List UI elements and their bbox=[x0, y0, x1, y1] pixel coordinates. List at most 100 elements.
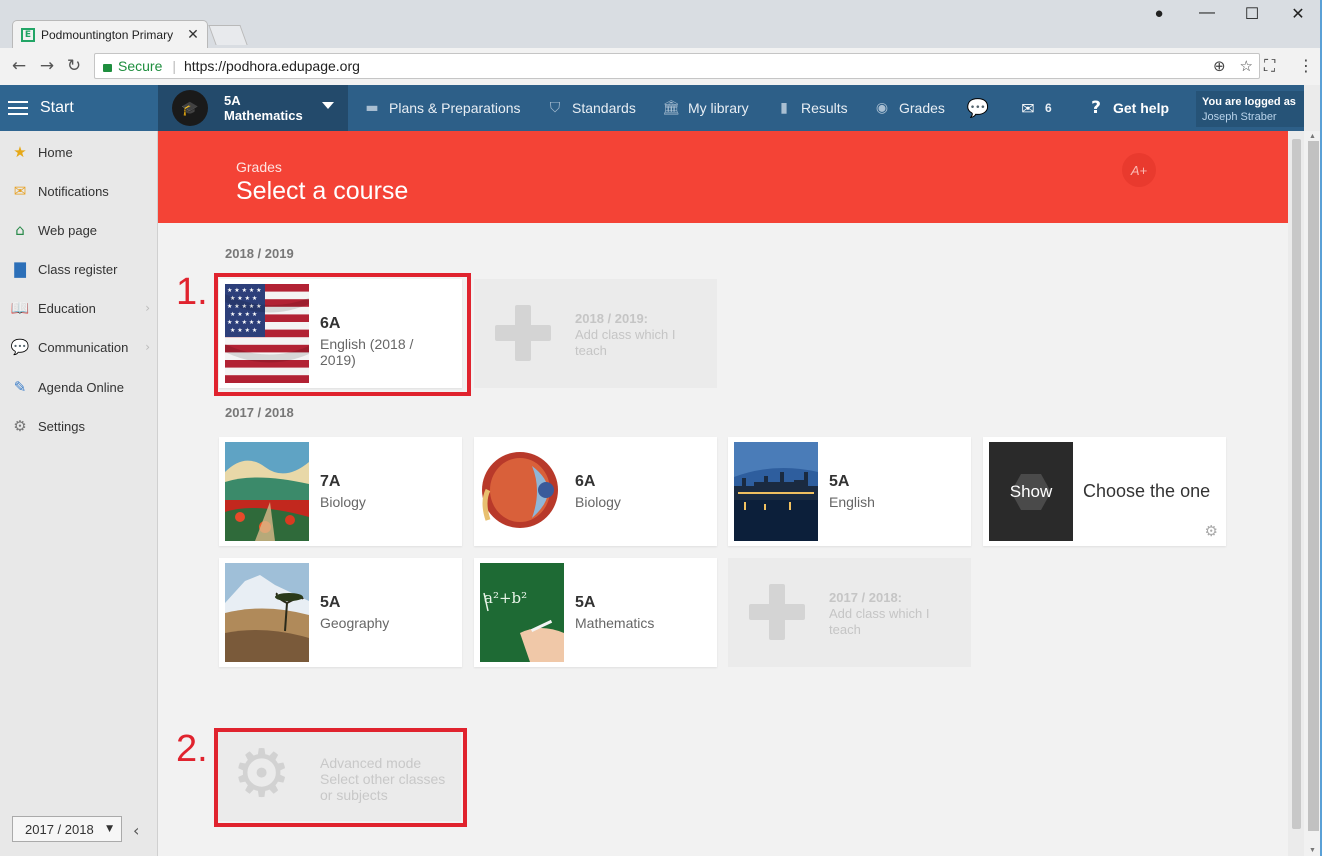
chevron-right-icon: › bbox=[145, 340, 150, 354]
sidebar-item-communication[interactable]: 💬 Communication › bbox=[0, 328, 158, 366]
tab-title: Podmountington Primary bbox=[41, 27, 174, 42]
course-class: 5A bbox=[320, 594, 341, 611]
main-content: Grades Select a course A+ 2018 / 2019 ★ … bbox=[158, 131, 1288, 856]
cast-icon[interactable]: ⛶ bbox=[1264, 56, 1275, 76]
zoom-icon[interactable]: ⊕ bbox=[1213, 57, 1226, 75]
course-class: 6A bbox=[575, 473, 596, 490]
lock-icon bbox=[103, 64, 112, 72]
sidebar-item-agenda[interactable]: ✎ Agenda Online bbox=[0, 368, 158, 406]
course-card[interactable]: 5A Geography bbox=[219, 558, 462, 667]
close-tab-icon[interactable]: ✕ bbox=[185, 26, 201, 43]
add-class-text: Add class which I teach bbox=[575, 327, 676, 358]
menu-results[interactable]: ▮ Results bbox=[774, 85, 848, 131]
gear-icon[interactable]: ⚙ bbox=[1205, 522, 1218, 540]
add-class-year: 2017 / 2018: bbox=[829, 590, 903, 605]
browser-tab[interactable]: E Podmountington Primary ✕ bbox=[12, 20, 208, 48]
course-card[interactable]: a²+b² 5A Mathematics bbox=[474, 558, 717, 667]
library-icon: 🏛 bbox=[662, 100, 680, 116]
start-label: Start bbox=[40, 99, 74, 116]
user-menu[interactable]: You are logged as Joseph Straber bbox=[1196, 91, 1304, 127]
forward-icon[interactable]: → bbox=[36, 56, 58, 76]
sidebar-item-settings[interactable]: ⚙ Settings bbox=[0, 407, 158, 445]
help-button[interactable]: ? Get help bbox=[1086, 85, 1169, 131]
add-class-card[interactable]: 2017 / 2018: Add class which I teach bbox=[728, 558, 971, 667]
sidebar-item-label: Settings bbox=[38, 418, 85, 434]
maximize-button[interactable]: ☐ bbox=[1229, 4, 1275, 24]
course-subject: English bbox=[829, 494, 875, 510]
collapse-sidebar-icon[interactable]: ‹ bbox=[133, 821, 139, 840]
reload-icon[interactable]: ↻ bbox=[63, 56, 85, 76]
course-card[interactable]: 7A Biology bbox=[219, 437, 462, 546]
content-scrollbar[interactable] bbox=[1288, 131, 1304, 856]
new-tab-button[interactable] bbox=[208, 25, 248, 45]
menu-library[interactable]: 🏛 My library bbox=[661, 85, 749, 131]
scroll-down-icon[interactable]: ▼ bbox=[1309, 847, 1316, 854]
sidebar-item-label: Notifications bbox=[38, 183, 109, 199]
book-icon: ▇ bbox=[14, 260, 26, 278]
menu-plans[interactable]: ▬ Plans & Preparations bbox=[362, 85, 521, 131]
menu-standards[interactable]: ⛉ Standards bbox=[545, 85, 636, 131]
browser-menu-icon[interactable]: ⋮ bbox=[1298, 56, 1314, 75]
profile-icon[interactable]: ● bbox=[1136, 5, 1182, 22]
back-icon[interactable]: ← bbox=[8, 56, 30, 76]
messages-button[interactable]: ✉ 6 bbox=[1018, 85, 1051, 131]
bookmark-star-icon[interactable]: ☆ bbox=[1240, 57, 1253, 75]
selected-class-subject: Mathematics bbox=[224, 108, 303, 123]
scroll-thumb[interactable] bbox=[1292, 139, 1301, 829]
grades-badge-icon: A+ bbox=[1122, 153, 1156, 187]
chevron-right-icon: › bbox=[145, 301, 150, 315]
star-icon: ★ bbox=[13, 143, 27, 161]
scroll-thumb[interactable] bbox=[1308, 141, 1319, 831]
house-icon: ⌂ bbox=[15, 221, 25, 239]
shield-check-icon: ⛉ bbox=[549, 100, 561, 116]
bar-chart-icon: ▮ bbox=[780, 100, 788, 116]
toolbar: ← → ↻ Secure | https://podhora.edupage.o… bbox=[0, 48, 1322, 85]
chat-button[interactable]: 💬 bbox=[967, 85, 995, 131]
question-icon: ? bbox=[1091, 98, 1101, 118]
close-window-button[interactable]: ✕ bbox=[1275, 4, 1321, 24]
sidebar-item-label: Class register bbox=[38, 261, 118, 277]
chat-icon: 💬 bbox=[10, 338, 30, 356]
menu-plans-label: Plans & Preparations bbox=[389, 100, 521, 116]
menu-grades-label: Grades bbox=[899, 100, 945, 116]
sidebar-item-web-page[interactable]: ⌂ Web page bbox=[0, 211, 158, 249]
highlight-box-1 bbox=[214, 273, 471, 396]
sidebar-item-label: Agenda Online bbox=[38, 379, 125, 395]
user-name: Joseph Straber bbox=[1202, 111, 1277, 123]
open-book-icon: 📖 bbox=[10, 299, 30, 317]
plus-icon bbox=[495, 305, 551, 361]
tab-strip: E Podmountington Primary ✕ ● — ☐ ✕ bbox=[0, 0, 1322, 48]
sidebar-item-education[interactable]: 📖 Education › bbox=[0, 289, 158, 327]
svg-text:a²+b²: a²+b² bbox=[484, 589, 527, 607]
briefcase-icon: ▬ bbox=[365, 100, 379, 116]
menu-grades[interactable]: ◉ Grades bbox=[872, 85, 945, 131]
sidebar-item-label: Home bbox=[38, 144, 73, 160]
sidebar-item-notifications[interactable]: ✉ Notifications bbox=[0, 172, 158, 210]
show-more-card[interactable]: Show Choose the one ⚙ bbox=[983, 437, 1226, 546]
envelope-icon: ✉ bbox=[13, 182, 27, 200]
logged-label: You are logged as bbox=[1202, 96, 1296, 108]
scroll-up-icon[interactable]: ▲ bbox=[1309, 133, 1316, 140]
course-card[interactable]: 6A Biology bbox=[474, 437, 717, 546]
sidebar-item-home[interactable]: ★ Home bbox=[0, 133, 158, 171]
school-year-select[interactable]: 2017 / 2018 ▼ bbox=[12, 816, 122, 842]
course-card[interactable]: 5A English bbox=[728, 437, 971, 546]
minimize-button[interactable]: — bbox=[1184, 4, 1230, 22]
address-bar[interactable]: Secure | https://podhora.edupage.org ⊕ ☆ bbox=[94, 53, 1260, 79]
course-subject: Biology bbox=[575, 494, 621, 510]
step-label-1: 1. bbox=[176, 271, 208, 313]
add-class-card[interactable]: 2018 / 2019: Add class which I teach bbox=[474, 279, 717, 388]
class-selector[interactable]: 🎓 5A Mathematics bbox=[158, 85, 348, 131]
hamburger-icon bbox=[8, 101, 28, 115]
start-menu-button[interactable]: Start bbox=[0, 85, 158, 131]
year-heading: 2018 / 2019 bbox=[225, 246, 294, 261]
course-class: 5A bbox=[829, 473, 850, 490]
eye-anatomy-image bbox=[480, 442, 564, 541]
menu-standards-label: Standards bbox=[572, 100, 636, 116]
pen-icon: ✎ bbox=[13, 378, 27, 396]
course-subject: Biology bbox=[320, 494, 366, 510]
sidebar: ★ Home ✉ Notifications ⌂ Web page ▇ Clas… bbox=[0, 131, 158, 856]
choose-text: Choose the one bbox=[1083, 481, 1211, 501]
step-label-2: 2. bbox=[176, 728, 208, 770]
sidebar-item-class-register[interactable]: ▇ Class register bbox=[0, 250, 158, 288]
